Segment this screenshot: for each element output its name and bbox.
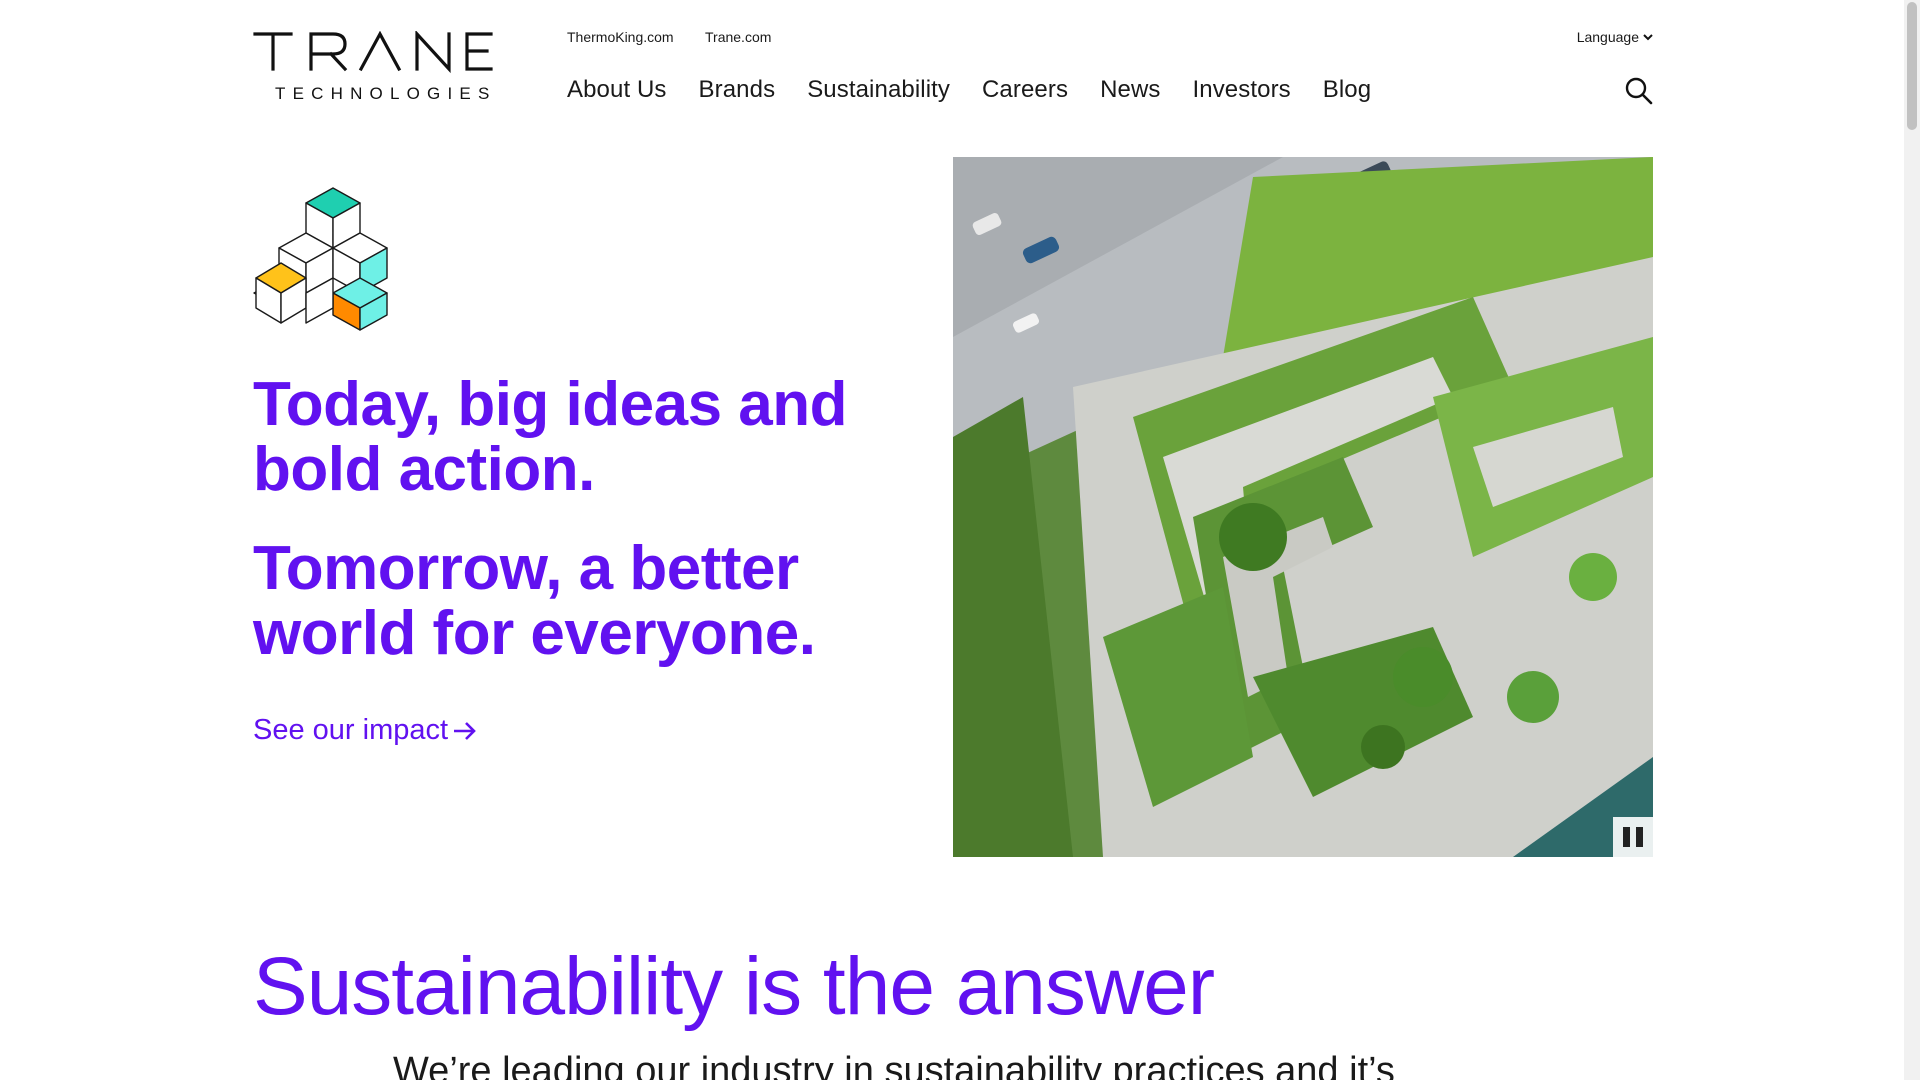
trane-technologies-logo[interactable]: TECHNOLOGIES [253,31,497,103]
pause-video-button[interactable] [1613,817,1653,857]
nav-careers[interactable]: Careers [982,76,1068,104]
thermoking-link[interactable]: ThermoKing.com [567,29,674,45]
chevron-down-icon [1643,34,1653,41]
arrow-right-icon [454,721,476,740]
nav-about-us[interactable]: About Us [567,76,667,104]
pause-icon-bar [1636,827,1643,847]
nav-news[interactable]: News [1100,76,1160,104]
search-button[interactable] [1624,76,1654,106]
main-nav: About Us Brands Sustainability Careers N… [567,76,1371,104]
scrollbar-thumb[interactable] [1907,2,1917,130]
hero-headline-today: Today, big ideas and bold action. [253,370,848,504]
hero-headline-tomorrow: Tomorrow, a better world for everyone. [253,534,816,668]
sustainability-section-title: Sustainability is the answer [253,941,1215,1032]
language-selector[interactable]: Language [1577,29,1653,45]
cubes-illustration [253,186,403,337]
cta-label: See our impact [253,714,449,746]
language-label: Language [1576,29,1639,45]
page: TECHNOLOGIES ThermoKing.com Trane.com La… [0,0,1904,1080]
trane-link[interactable]: Trane.com [705,29,771,45]
nav-sustainability[interactable]: Sustainability [807,76,950,104]
logo-tagline: TECHNOLOGIES [275,84,496,103]
aerial-green-roof-image [953,157,1653,857]
pause-icon [1623,827,1630,847]
search-icon [1625,77,1653,105]
nav-blog[interactable]: Blog [1323,76,1371,104]
page-scrollbar[interactable] [1904,0,1920,1080]
see-our-impact-link[interactable]: See our impact [253,714,478,747]
hero-aerial-video [953,157,1653,857]
nav-brands[interactable]: Brands [699,76,776,104]
sustainability-intro-text: We’re leading our industry in sustainabi… [393,1050,1395,1080]
nav-investors[interactable]: Investors [1192,76,1290,104]
